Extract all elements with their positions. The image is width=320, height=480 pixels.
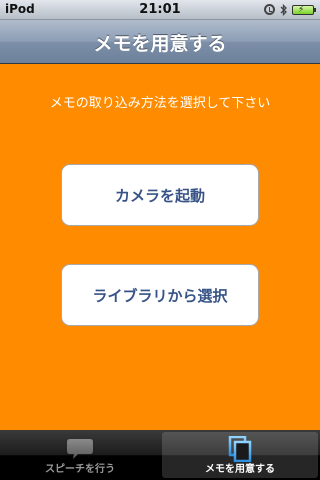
bluetooth-icon [280,3,287,17]
rotation-lock-icon [264,4,275,15]
status-bar: iPod 21:01 ⚡ [0,0,320,20]
app-screen: iPod 21:01 ⚡ メモを用意する メモの取り込み方法を選択して下さい カ… [0,0,320,480]
main-content: メモの取り込み方法を選択して下さい カメラを起動 ライブラリから選択 [0,64,320,430]
tab-speech-label: スピーチを行う [45,464,115,475]
tab-prepare-memo-label: メモを用意する [205,464,275,475]
tab-speech[interactable]: スピーチを行う [2,432,158,478]
instruction-text: メモの取り込み方法を選択して下さい [49,96,271,111]
page-title: メモを用意する [93,33,227,55]
select-from-library-button[interactable]: ライブラリから選択 [61,264,259,326]
tab-prepare-memo[interactable]: メモを用意する [162,432,318,478]
navigation-bar: メモを用意する [0,20,320,64]
battery-charging-icon: ⚡ [292,5,316,15]
speech-bubble-icon [67,439,93,459]
tab-bar: スピーチを行う メモを用意する [0,430,320,480]
launch-camera-button[interactable]: カメラを起動 [61,164,259,226]
copy-pages-icon [228,436,252,462]
